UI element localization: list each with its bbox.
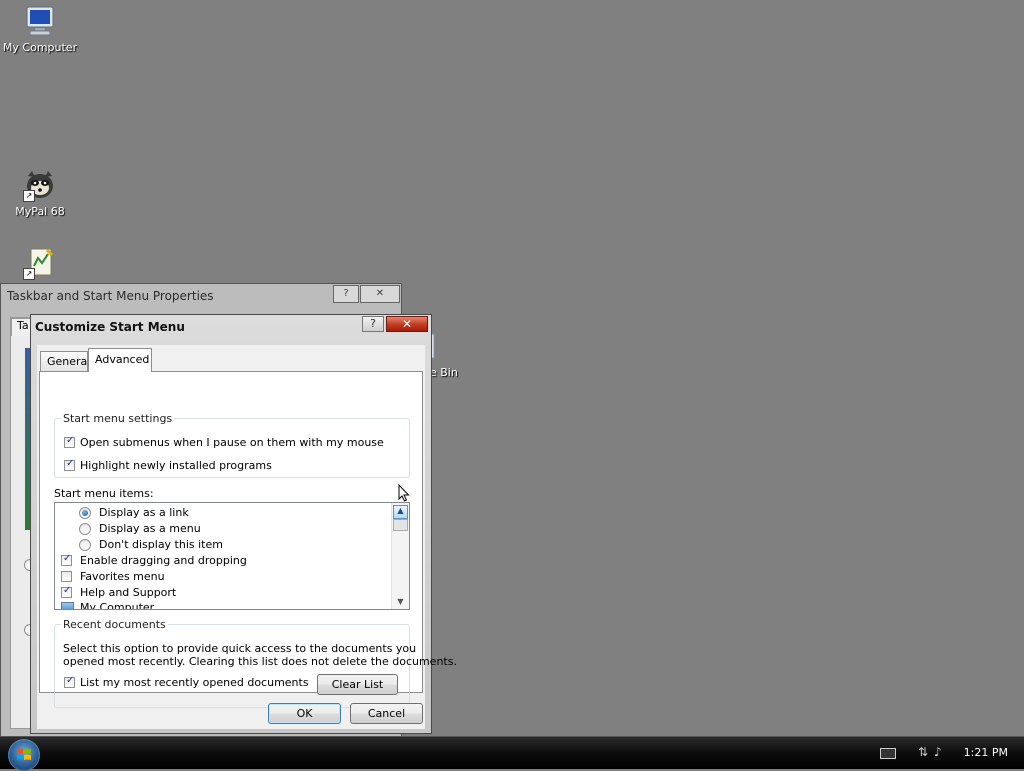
favorites-menu-checkbox[interactable] bbox=[61, 571, 72, 582]
recent-description-line2: opened most recently. Clearing this list… bbox=[63, 655, 457, 668]
open-submenus-checkbox[interactable] bbox=[64, 435, 75, 448]
raccoon-browser-icon: ↗ bbox=[23, 168, 57, 202]
list-item[interactable]: Display as a menu bbox=[99, 522, 201, 535]
list-scrollbar[interactable]: ▲ ▼ bbox=[391, 503, 409, 609]
desktop-icon-label: My Computer bbox=[2, 41, 78, 54]
dont-display-radio[interactable] bbox=[79, 539, 91, 551]
list-item[interactable]: Don't display this item bbox=[99, 538, 223, 551]
network-icon[interactable]: ⇅ bbox=[918, 745, 932, 759]
cancel-button[interactable]: Cancel bbox=[350, 703, 423, 724]
list-item[interactable]: Help and Support bbox=[80, 586, 176, 599]
scroll-thumb[interactable] bbox=[393, 519, 408, 531]
tab-fragment[interactable]: Ta bbox=[11, 318, 31, 336]
desktop-icon-label: e Bin bbox=[430, 366, 458, 379]
scroll-up-arrow-icon[interactable]: ▲ bbox=[393, 505, 408, 519]
keyboard-icon[interactable] bbox=[880, 748, 896, 759]
list-item[interactable]: Favorites menu bbox=[80, 570, 165, 583]
highlight-new-programs-label: Highlight newly installed programs bbox=[80, 459, 272, 472]
tab-general[interactable]: General bbox=[40, 351, 90, 371]
dialog-client-area: General Advanced Start menu settings Ope… bbox=[37, 345, 457, 729]
advanced-tab-page: Start menu settings Open submenus when I… bbox=[39, 371, 457, 708]
help-button[interactable]: ? bbox=[362, 316, 384, 332]
display-as-menu-radio[interactable] bbox=[79, 523, 91, 535]
desktop-icon-label: MyPal 68 bbox=[15, 205, 65, 218]
clear-list-button[interactable]: Clear List bbox=[317, 674, 398, 695]
help-button[interactable]: ? bbox=[333, 285, 359, 303]
start-button[interactable] bbox=[8, 739, 40, 771]
list-item[interactable]: Enable dragging and dropping bbox=[80, 554, 247, 567]
list-item[interactable]: My Computer bbox=[80, 601, 154, 609]
start-menu-items-list[interactable]: Display as a link Display as a menu Don'… bbox=[54, 502, 410, 610]
taskbar-clock[interactable]: 1:21 PM bbox=[964, 746, 1008, 759]
window-title: Taskbar and Start Menu Properties bbox=[7, 289, 214, 303]
group-legend: Start menu settings bbox=[61, 412, 175, 425]
list-item[interactable]: Display as a link bbox=[99, 506, 189, 519]
shortcut-arrow-icon: ↗ bbox=[23, 190, 35, 202]
highlight-new-programs-checkbox[interactable] bbox=[64, 458, 75, 471]
tab-advanced[interactable]: Advanced bbox=[88, 348, 152, 372]
group-legend: Recent documents bbox=[61, 618, 168, 631]
list-recent-documents-label: List my most recently opened documents bbox=[80, 676, 309, 689]
volume-icon[interactable]: ♪ bbox=[934, 745, 948, 759]
ok-button[interactable]: OK bbox=[268, 703, 341, 724]
recent-description-line1: Select this option to provide quick acce… bbox=[63, 642, 417, 655]
desktop-icon-mypal[interactable]: ↗ MyPal 68 bbox=[0, 168, 80, 218]
help-support-checkbox[interactable] bbox=[61, 585, 72, 598]
customize-start-menu-dialog: Customize Start Menu ? ✕ General Advance… bbox=[30, 314, 457, 734]
shortcut-arrow-icon: ↗ bbox=[23, 268, 35, 280]
desktop-icon-my-computer[interactable]: My Computer bbox=[0, 4, 80, 54]
computer-small-icon bbox=[61, 602, 74, 609]
start-menu-items-label: Start menu items: bbox=[54, 487, 154, 500]
scroll-down-arrow-icon[interactable]: ▼ bbox=[394, 597, 407, 607]
open-submenus-label: Open submenus when I pause on them with … bbox=[80, 436, 384, 449]
close-button[interactable]: ✕ bbox=[360, 285, 400, 303]
list-recent-documents-checkbox[interactable] bbox=[64, 675, 75, 688]
taskbar: ⇅ ♪ 1:21 PM bbox=[0, 736, 1024, 771]
app-shortcut-icon: ↗ bbox=[23, 246, 57, 280]
windows-logo-icon bbox=[17, 748, 31, 760]
mouse-cursor-icon bbox=[398, 483, 410, 502]
desktop-icon-app-shortcut[interactable]: ↗ bbox=[0, 246, 80, 283]
system-tray: ⇅ ♪ 1:21 PM bbox=[874, 737, 1024, 769]
enable-dragging-checkbox[interactable] bbox=[61, 553, 72, 566]
dialog-title: Customize Start Menu bbox=[35, 320, 185, 334]
computer-icon bbox=[23, 4, 57, 38]
close-button[interactable]: ✕ bbox=[386, 316, 428, 332]
display-as-link-radio[interactable] bbox=[79, 507, 91, 519]
